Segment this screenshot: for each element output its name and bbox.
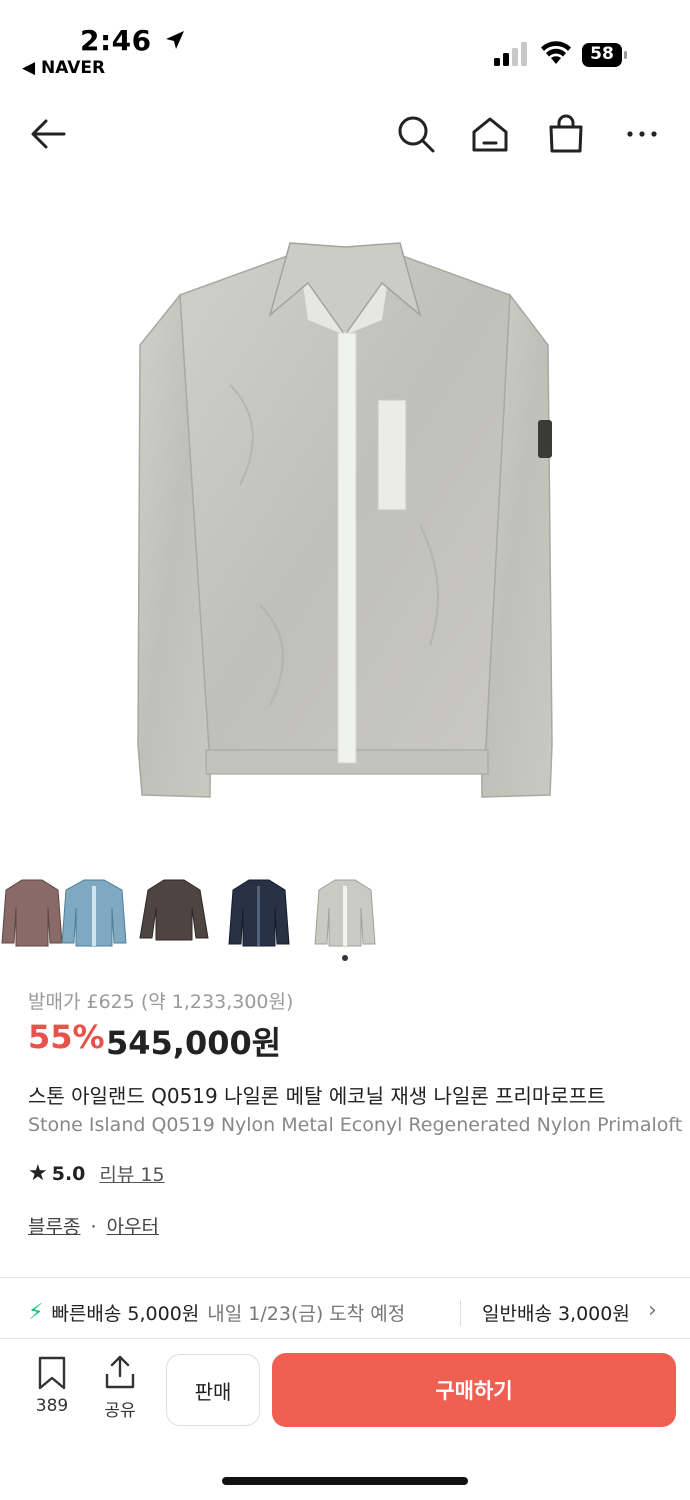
divider [0,1277,690,1278]
battery-level: 58 [590,44,614,64]
more-icon[interactable] [620,112,664,156]
carousel-dot-active [342,955,348,961]
normal-shipping-label[interactable]: 일반배송 3,000원 [482,1299,642,1326]
search-icon[interactable] [394,112,438,156]
save-count: 389 [35,1396,69,1416]
thumbnail-blue-jacket[interactable] [54,868,134,958]
product-title-en: Stone Island Q0519 Nylon Metal Econyl Re… [28,1114,683,1136]
chevron-right-icon[interactable]: › [648,1298,657,1323]
thumbnail-grey-jacket[interactable] [305,868,385,958]
discount-rate: 55% [28,1018,105,1056]
status-back-app[interactable]: ◀ NAVER [22,58,105,78]
sale-price: 545,000원 [106,1024,282,1062]
shipping-separator [460,1300,461,1326]
product-title-ko: 스톤 아일랜드 Q0519 나일론 메탈 에코닐 재생 나일론 프리마로프트 [28,1084,606,1108]
location-arrow-icon [165,31,184,49]
rating-score: 5.0 [51,1162,86,1185]
status-time: 2:46 [80,24,186,57]
review-link[interactable]: 리뷰 15 [99,1160,164,1187]
wifi-icon [541,41,571,64]
fast-shipping-info[interactable]: ⚡ 빠른배송 5,000원 내일 1/23(금) 도착 예정 [28,1299,405,1326]
home-indicator [222,1477,468,1485]
category-link-blouson[interactable]: 블루종 [28,1216,80,1238]
divider [0,1338,690,1339]
sell-button[interactable]: 판매 [166,1354,260,1426]
fast-shipping-eta: 내일 1/23(금) 도착 예정 [207,1303,406,1325]
product-main-image[interactable] [120,225,570,815]
lightning-icon: ⚡ [28,1300,44,1325]
category-link-outer[interactable]: 아우터 [107,1216,159,1238]
home-icon[interactable] [468,112,512,156]
buy-button[interactable]: 구매하기 [272,1353,676,1427]
status-time-text: 2:46 [80,24,152,57]
category-separator: · [90,1216,97,1238]
back-triangle-icon: ◀ [22,58,36,78]
share-icon[interactable] [104,1354,136,1390]
signal-icon [494,42,527,66]
thumbnail-navy-jacket[interactable] [219,868,299,958]
shopping-bag-icon[interactable] [544,112,588,156]
thumbnail-dark-brown-jacket[interactable] [134,868,214,958]
back-app-label: NAVER [41,58,106,78]
back-arrow-icon[interactable] [26,112,70,156]
bookmark-icon[interactable] [36,1356,68,1390]
battery-indicator: 58 [582,43,628,67]
share-label: 공유 [104,1401,136,1421]
star-icon: ★ [28,1161,48,1186]
rating-row: ★ 5.0 리뷰 15 [28,1160,165,1187]
category-breadcrumb: 블루종 · 아우터 [28,1212,159,1239]
original-price: 발매가 £625 (약 1,233,300원) [28,991,294,1013]
fast-shipping-label: 빠른배송 5,000원 [51,1303,200,1325]
